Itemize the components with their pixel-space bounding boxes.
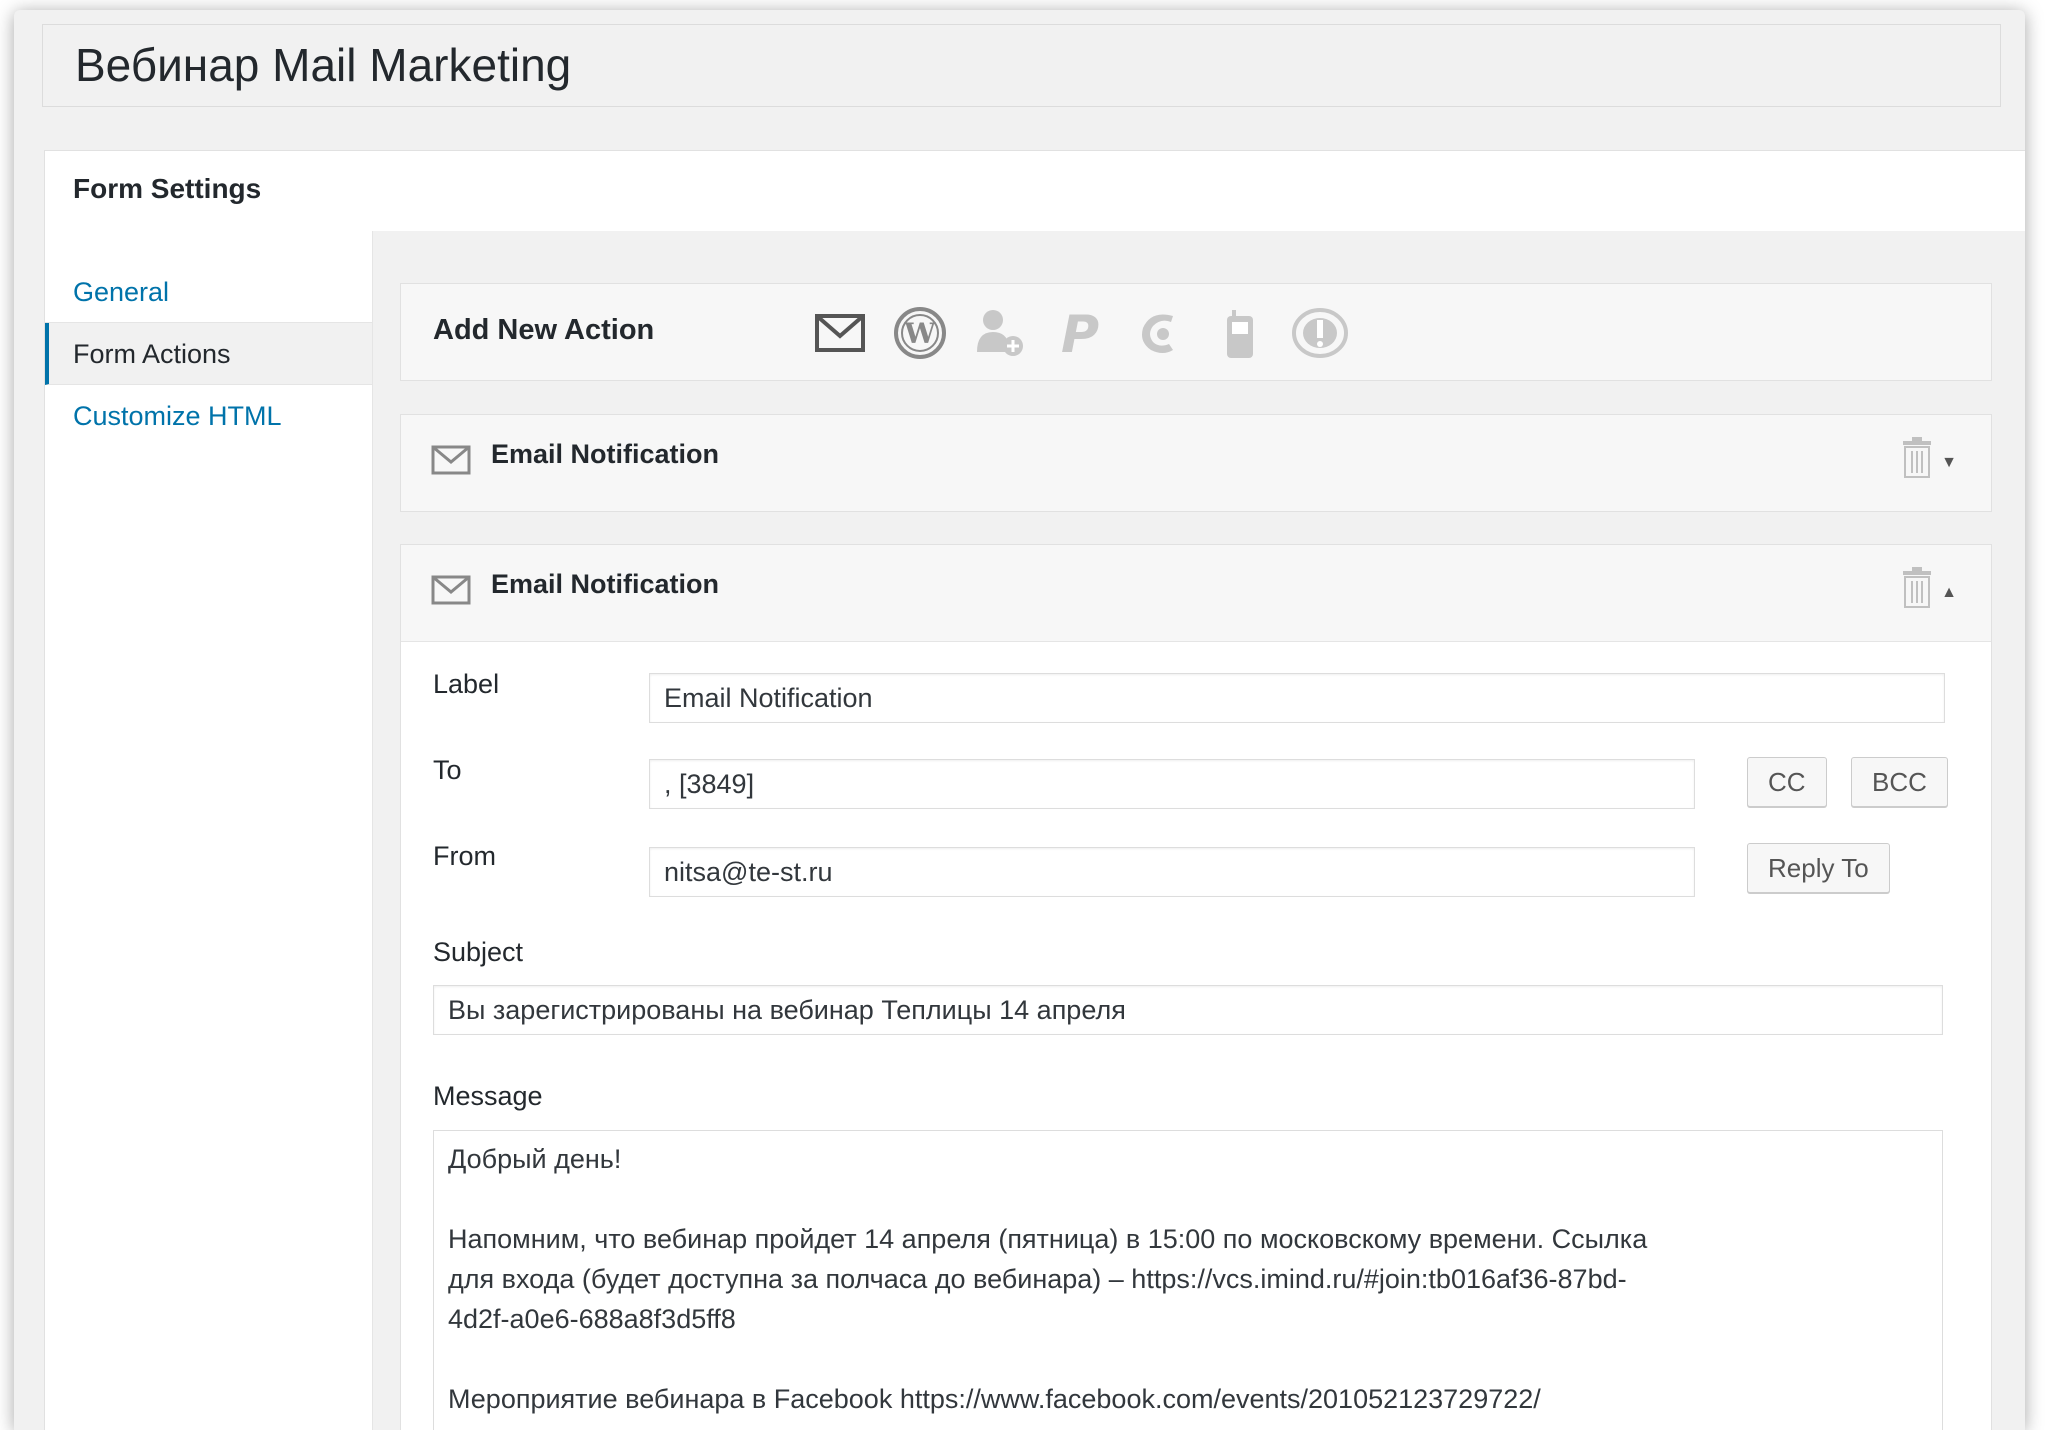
collapse-arrow-icon[interactable]: ▲ — [1941, 583, 1957, 603]
cc-button[interactable]: CC — [1747, 757, 1827, 807]
notification-title: Email Notification — [491, 439, 720, 469]
add-new-action-bar: Add New Action W P — [400, 283, 1992, 381]
envelope-icon — [431, 445, 471, 480]
email-icon[interactable] — [811, 304, 869, 362]
sidebar-item-general[interactable]: General — [45, 261, 372, 323]
sidebar-item-form-actions[interactable]: Form Actions — [45, 323, 372, 385]
expand-arrow-icon[interactable]: ▼ — [1941, 453, 1957, 473]
aweber-icon[interactable] — [1291, 304, 1349, 362]
trash-icon[interactable] — [1901, 567, 1933, 614]
form-actions-content: Add New Action W P Email Notification ▼ … — [373, 231, 2025, 1430]
email-notification-collapsed: Email Notification ▼ — [400, 414, 1992, 512]
trash-icon[interactable] — [1901, 437, 1933, 484]
to-field-label: To — [433, 755, 462, 785]
email-notification-expanded: Email Notification ▲ Label Email Notific… — [400, 544, 1992, 1430]
from-field-label: From — [433, 841, 496, 871]
message-line: Мероприятие вебинара в Facebook https://… — [448, 1384, 1541, 1414]
envelope-icon — [431, 575, 471, 610]
message-field-label: Message — [433, 1081, 543, 1111]
wordpress-icon[interactable]: W — [891, 304, 949, 362]
subject-input[interactable] — [433, 985, 1943, 1035]
mailchimp-icon[interactable] — [1131, 304, 1189, 362]
mobile-icon[interactable] — [1211, 304, 1269, 362]
message-line: для входа (будет доступна за полчаса до … — [448, 1264, 1627, 1294]
panel-header-title: Form Settings — [73, 173, 262, 204]
label-field-label: Label — [433, 669, 500, 699]
add-user-icon[interactable] — [971, 304, 1029, 362]
page-title: Вебинар Mail Marketing — [75, 39, 572, 91]
title-bar: Вебинар Mail Marketing — [42, 24, 2001, 107]
subject-field-label: Subject — [433, 937, 524, 967]
notification-title: Email Notification — [491, 569, 720, 599]
svg-text:W: W — [903, 317, 936, 350]
message-line: Напомним, что вебинар пройдет 14 апреля … — [448, 1224, 1648, 1254]
action-icons: W P — [811, 304, 1349, 362]
paypal-icon[interactable]: P — [1051, 304, 1109, 362]
form-settings-panel: Form Settings General Form Actions Custo… — [44, 150, 2025, 1430]
message-textarea[interactable]: Добрый день! Напомним, что вебинар пройд… — [433, 1130, 1943, 1430]
notification-header[interactable]: Email Notification ▼ — [401, 415, 1991, 511]
svg-text:P: P — [1061, 306, 1099, 360]
app-window: Вебинар Mail Marketing Form Settings Gen… — [14, 10, 2025, 1430]
to-input[interactable] — [649, 759, 1695, 809]
from-input[interactable] — [649, 847, 1695, 897]
label-input[interactable] — [649, 673, 1945, 723]
message-greeting: Добрый день! — [448, 1144, 622, 1174]
message-line: 4d2f-a0e6-688a8f3d5ff8 — [448, 1304, 736, 1334]
bcc-button[interactable]: BCC — [1851, 757, 1948, 807]
panel-header: Form Settings — [45, 151, 2025, 232]
reply-to-button[interactable]: Reply To — [1747, 843, 1890, 893]
notification-header[interactable]: Email Notification ▲ — [401, 545, 1991, 642]
add-new-action-label: Add New Action — [433, 314, 655, 346]
settings-sidebar: General Form Actions Customize HTML — [45, 231, 373, 1430]
sidebar-item-customize-html[interactable]: Customize HTML — [45, 385, 372, 447]
